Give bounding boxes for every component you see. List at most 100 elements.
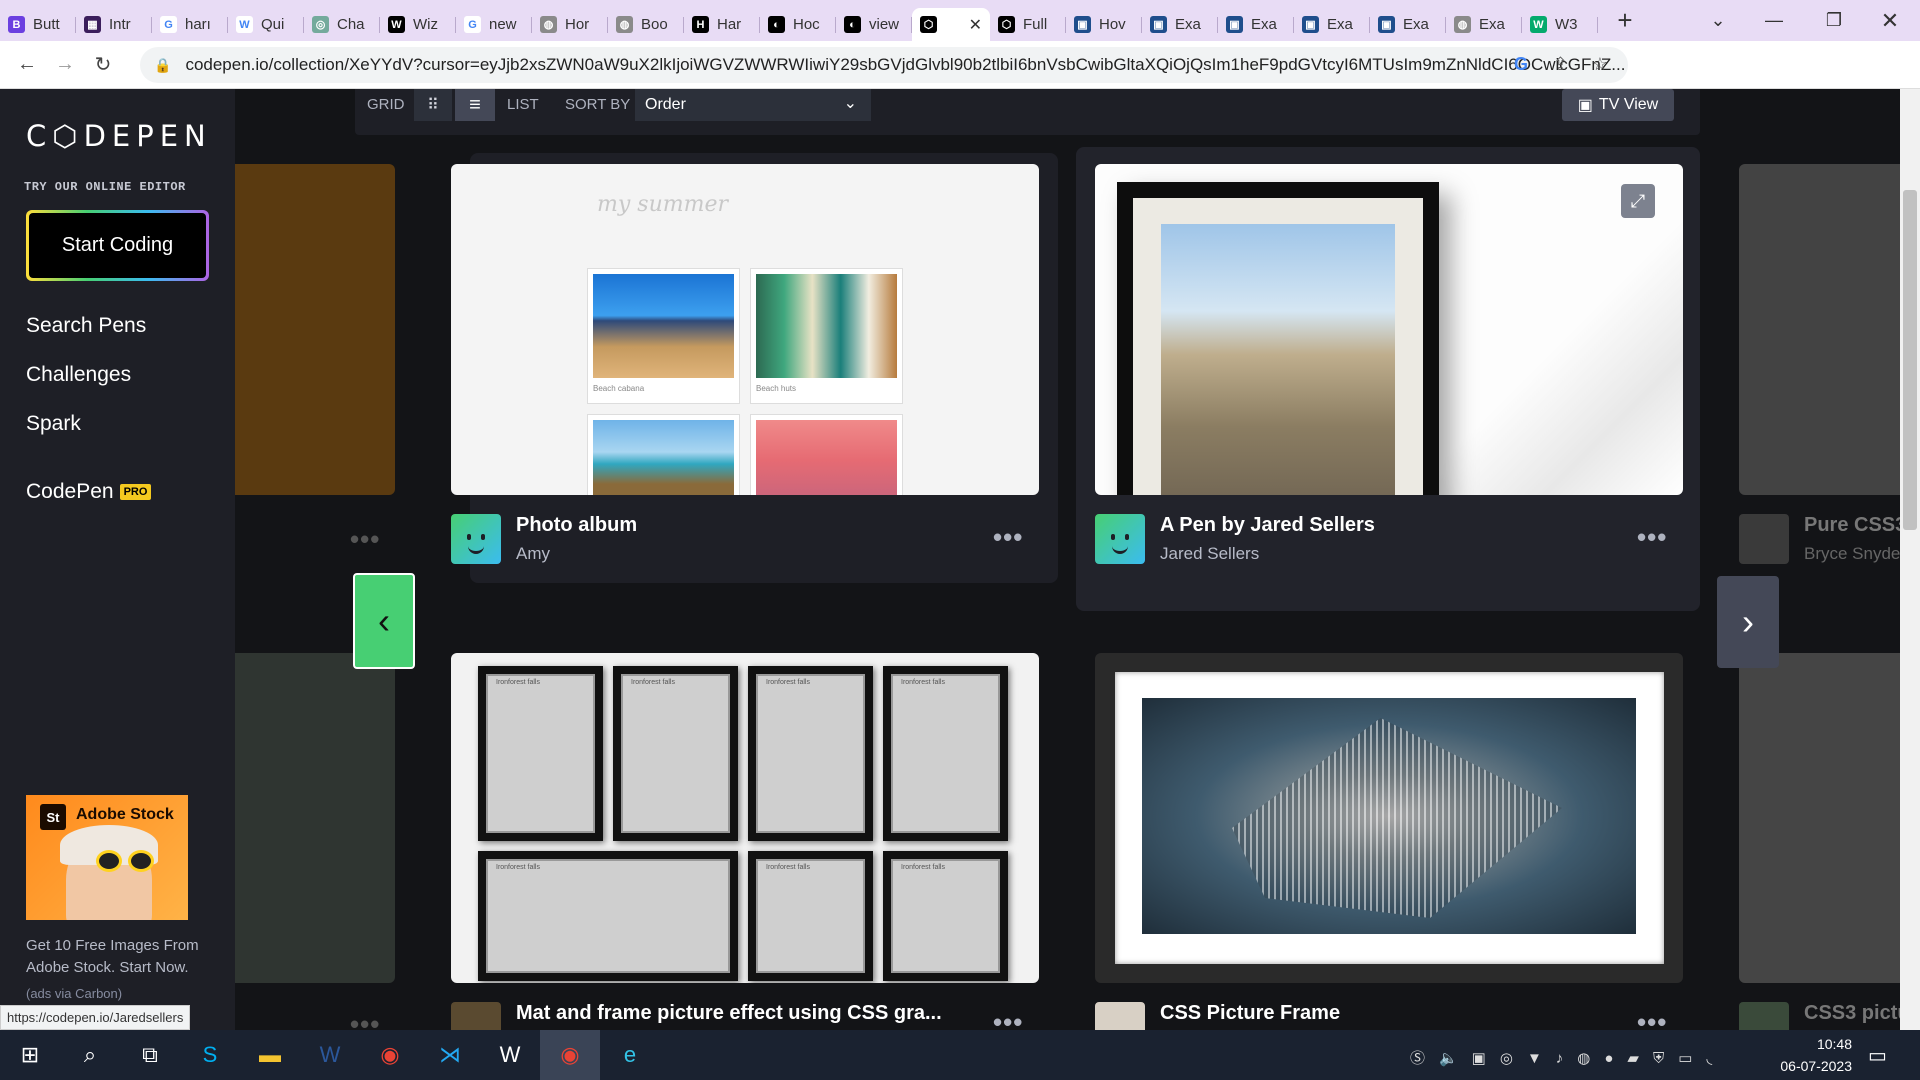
card-user-bryce[interactable]: Bryce Snyde [1804, 544, 1900, 564]
chrome-active-icon[interactable]: ◉ [540, 1030, 600, 1080]
browser-tab[interactable]: W Qui [228, 8, 304, 41]
ad-text[interactable]: Get 10 Free Images From Adobe Stock. Sta… [26, 935, 206, 979]
start-coding-button[interactable]: Start Coding [26, 210, 209, 281]
browser-tab[interactable]: B Butt [0, 8, 76, 41]
card-4-more-icon[interactable]: ••• [1637, 1007, 1667, 1030]
user-avatar-amy[interactable] [451, 514, 501, 564]
browser-tab[interactable]: ◍ Hor [532, 8, 608, 41]
card-user-jared[interactable]: Jared Sellers [1160, 544, 1259, 564]
card-title-jared-pen[interactable]: A Pen by Jared Sellers [1160, 514, 1375, 537]
nav-challenges[interactable]: Challenges [26, 363, 131, 387]
bookmark-star-icon[interactable]: ☆ [1592, 54, 1608, 75]
minimize-icon[interactable]: — [1746, 0, 1802, 41]
user-avatar-bryce[interactable] [1739, 514, 1789, 564]
card-title-css-picture-frame[interactable]: CSS Picture Frame [1160, 1002, 1340, 1025]
grid-label: GRID [367, 96, 405, 113]
photo-album-preview[interactable]: my summer Beach cabana Beach huts [451, 164, 1039, 495]
browser-tab[interactable]: ▣ Exa [1218, 8, 1294, 41]
windows-start-icon[interactable]: ⊞ [0, 1030, 60, 1080]
jared-pen-preview[interactable]: ⤢ [1095, 164, 1683, 495]
sort-select[interactable]: Order ⌄ [635, 89, 871, 121]
close-window-icon[interactable]: ✕ [1862, 0, 1918, 41]
ad-carbon-label[interactable]: (ads via Carbon) [26, 986, 122, 1001]
browser-tab[interactable]: ◐ Hoc [760, 8, 836, 41]
file-explorer-icon[interactable]: ▬ [240, 1030, 300, 1080]
browser-tab[interactable]: ◐ view [836, 8, 912, 41]
browser-tab[interactable]: W W3 [1522, 8, 1598, 41]
browser-tab[interactable]: Gnew [456, 8, 532, 41]
tab-favicon-icon: ▣ [1226, 16, 1243, 33]
user-avatar-next-2[interactable] [1739, 1002, 1789, 1030]
notifications-icon[interactable]: ▭ [1868, 1043, 1887, 1068]
scrollbar-thumb[interactable] [1903, 190, 1917, 530]
prev-card-thumb-2[interactable] [235, 653, 395, 983]
nav-search-pens[interactable]: Search Pens [26, 314, 146, 338]
next-page-button[interactable]: › [1717, 576, 1779, 668]
card-title-pure-css3[interactable]: Pure CSS3 [1804, 514, 1906, 537]
card-title-photo-album[interactable]: Photo album [516, 514, 637, 537]
card-user-amy[interactable]: Amy [516, 544, 550, 564]
maximize-icon[interactable]: ❐ [1806, 0, 1862, 41]
url-text[interactable]: codepen.io/collection/XeYYdV?cursor=eyJj… [185, 55, 1625, 75]
previous-page-button[interactable]: ‹ [353, 573, 415, 669]
taskbar-clock[interactable]: 10:48 06-07-2023 [1780, 1033, 1852, 1077]
browser-tab[interactable]: ◍ Exa [1446, 8, 1522, 41]
user-avatar-mat-frame[interactable] [451, 1002, 501, 1030]
ad-image[interactable]: St Adobe Stock [26, 795, 188, 920]
back-icon[interactable]: ← [8, 53, 46, 76]
forward-icon[interactable]: → [46, 53, 84, 76]
google-lens-icon[interactable]: G [1514, 54, 1528, 75]
prev-card-2-more-icon[interactable]: ••• [350, 1009, 380, 1030]
card-1-more-icon[interactable]: ••• [993, 522, 1023, 553]
mat-frame-preview[interactable]: Ironforest falls Ironforest falls Ironfore… [451, 653, 1039, 983]
skype-icon[interactable]: S [180, 1030, 240, 1080]
card-title-css3-picture[interactable]: CSS3 pictu [1804, 1002, 1910, 1025]
webex-icon[interactable]: W [480, 1030, 540, 1080]
tab-favicon-icon: W [388, 16, 405, 33]
prev-card-more-icon[interactable]: ••• [350, 524, 380, 555]
expand-icon[interactable]: ⤢ [1621, 184, 1655, 218]
page-content: C⬡DEPEN TRY OUR ONLINE EDITOR Start Codi… [0, 89, 1920, 1030]
tab-close-icon[interactable]: ✕ [969, 15, 982, 35]
next-card-thumb-2[interactable] [1739, 653, 1900, 983]
nav-spark[interactable]: Spark [26, 412, 81, 436]
browser-tab[interactable]: Gharı [152, 8, 228, 41]
share-icon[interactable]: ⇪ [1553, 54, 1568, 75]
browser-tab[interactable]: ⬡ Full [990, 8, 1066, 41]
edge-icon[interactable]: e [600, 1030, 660, 1080]
vscode-icon[interactable]: ⋊ [420, 1030, 480, 1080]
card-2-more-icon[interactable]: ••• [1637, 522, 1667, 553]
chrome-icon[interactable]: ◉ [360, 1030, 420, 1080]
new-tab-button[interactable]: + [1608, 5, 1642, 36]
search-icon[interactable]: ⌕ [60, 1030, 120, 1080]
user-avatar-jared[interactable] [1095, 514, 1145, 564]
nav-codepen-pro[interactable]: CodePen PRO [26, 480, 152, 504]
browser-tab[interactable]: ◍ Boo [608, 8, 684, 41]
card-3-more-icon[interactable]: ••• [993, 1007, 1023, 1030]
browser-tab[interactable]: H Har [684, 8, 760, 41]
browser-tab[interactable]: ▣ Exa [1294, 8, 1370, 41]
browser-tab[interactable]: ◎ Cha [304, 8, 380, 41]
url-field[interactable]: 🔒 codepen.io/collection/XeYYdV?cursor=ey… [140, 47, 1628, 83]
codepen-logo[interactable]: C⬡DEPEN [26, 119, 212, 153]
task-view-icon[interactable]: ⧉ [120, 1030, 180, 1080]
css-picture-frame-preview[interactable] [1095, 653, 1683, 983]
tv-view-button[interactable]: ▣ TV View [1562, 89, 1674, 121]
prev-card-thumb[interactable] [235, 164, 395, 495]
black-frame [1117, 182, 1439, 495]
browser-tab[interactable]: ▣ Exa [1142, 8, 1218, 41]
browser-tab[interactable]: ▣ Exa [1370, 8, 1446, 41]
word-icon[interactable]: W [300, 1030, 360, 1080]
user-avatar-picture-frame[interactable] [1095, 1002, 1145, 1030]
browser-tab[interactable]: ▣ Hov [1066, 8, 1142, 41]
browser-tab[interactable]: W Wiz [380, 8, 456, 41]
card-title-mat-frame[interactable]: Mat and frame picture effect using CSS g… [516, 1002, 942, 1025]
next-card-thumb[interactable] [1739, 164, 1900, 495]
browser-tab[interactable]: ▦ Intr [76, 8, 152, 41]
system-tray-icons[interactable]: Ⓢ🔈▣◎▼♪◍●▰⛨▭◟ [1410, 1047, 1726, 1068]
tab-search-icon[interactable]: ⌄ [1690, 0, 1746, 41]
grid-view-icon[interactable]: ⠿ [414, 89, 452, 121]
list-view-icon[interactable]: ≡ [455, 89, 495, 121]
reload-icon[interactable]: ↻ [84, 52, 122, 77]
browser-tab[interactable]: ⬡ ✕ [912, 8, 990, 41]
